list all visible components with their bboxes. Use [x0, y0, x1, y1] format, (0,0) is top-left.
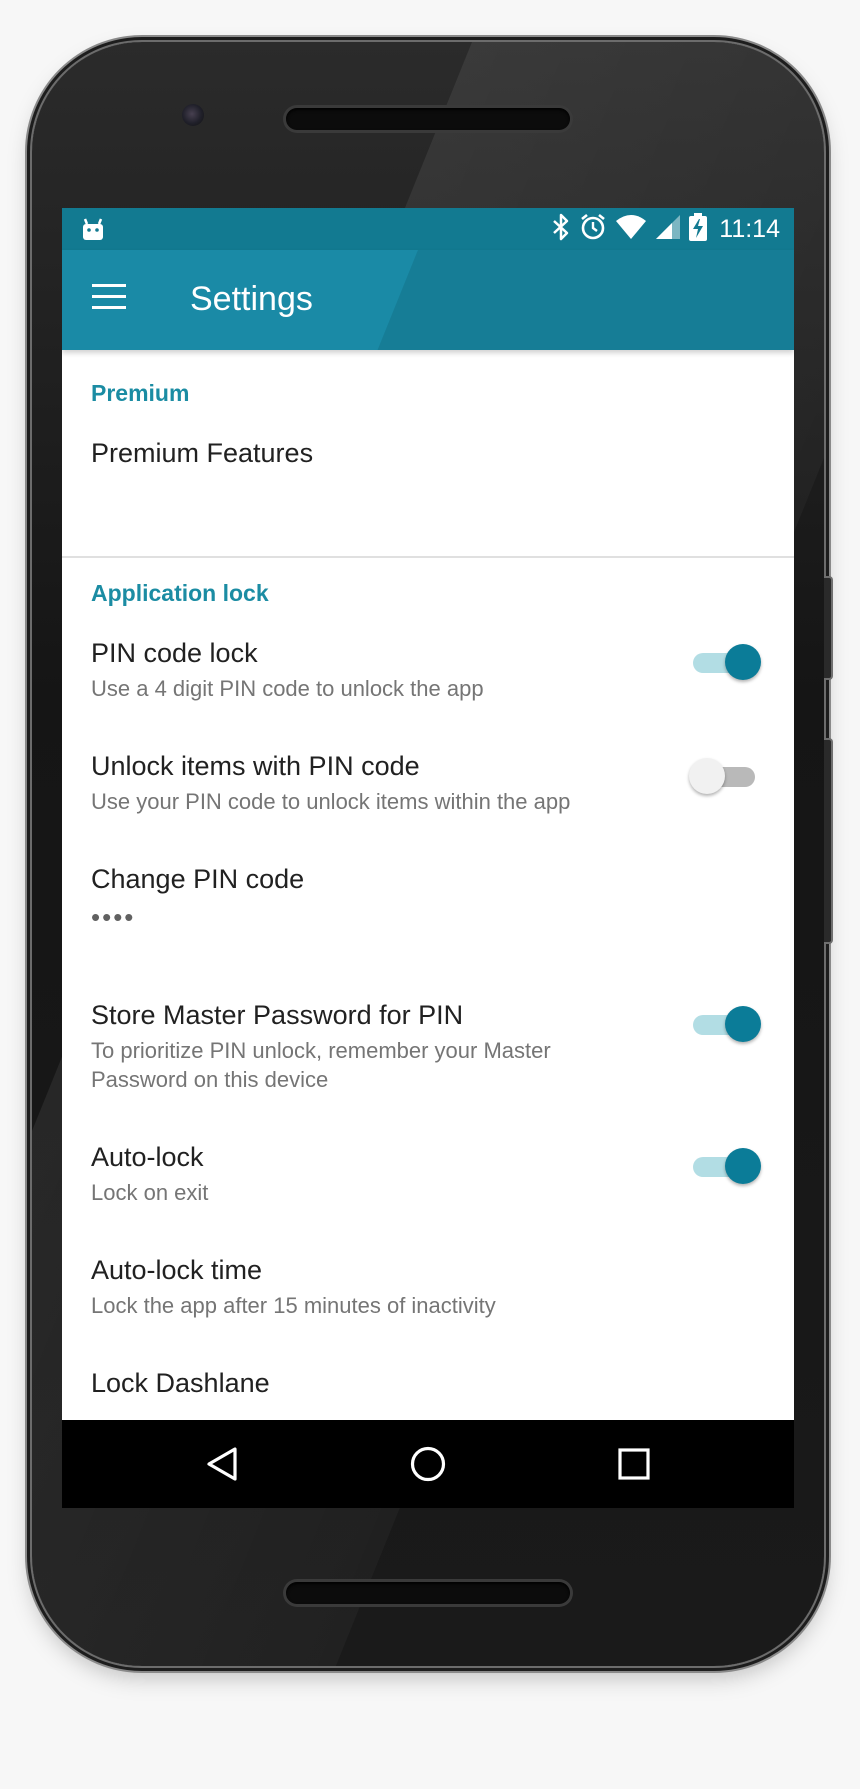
settings-list: Premium Premium Features Application loc… — [62, 350, 794, 1420]
pref-title: Premium Features — [91, 438, 314, 468]
section-divider — [62, 556, 794, 558]
pref-summary: Use a 4 digit PIN code to unlock the app — [91, 676, 484, 701]
status-time: 11:14 — [719, 214, 780, 243]
pref-title: Auto-lock time — [91, 1255, 263, 1285]
pref-summary: To prioritize PIN unlock, remember your … — [91, 1038, 551, 1092]
status-icons: 11:14 — [551, 208, 780, 250]
phone-frame: 11:14 Settings Premium Premium Features … — [32, 42, 824, 1666]
pref-title: Change PIN code — [91, 864, 305, 894]
screen: 11:14 Settings Premium Premium Features … — [62, 208, 794, 1508]
wifi-icon — [615, 214, 647, 245]
volume-button — [824, 738, 833, 944]
recents-icon[interactable] — [614, 1444, 654, 1484]
alarm-icon — [579, 213, 607, 246]
front-camera — [182, 104, 204, 126]
pref-title: Store Master Password for PIN — [91, 1000, 464, 1030]
signal-icon — [655, 214, 681, 245]
menu-icon[interactable] — [92, 284, 126, 312]
navigation-bar — [62, 1420, 794, 1508]
store-master-password-switch[interactable] — [689, 1006, 763, 1042]
pin-mask: •••• — [91, 902, 136, 932]
pref-title: Lock Dashlane — [91, 1368, 270, 1398]
bluetooth-icon — [551, 213, 571, 246]
pref-title: PIN code lock — [91, 638, 258, 668]
status-bar: 11:14 — [62, 208, 794, 250]
pref-summary: Lock the app after 15 minutes of inactiv… — [91, 1293, 496, 1318]
switch-thumb — [725, 1006, 761, 1042]
app-bar-glare — [357, 250, 794, 350]
android-notification-icon — [82, 217, 104, 246]
pref-title: Auto-lock — [91, 1142, 204, 1172]
pref-summary: Lock on exit — [91, 1180, 209, 1205]
pref-summary: Use your PIN code to unlock items within… — [91, 789, 571, 814]
power-button — [824, 576, 833, 680]
home-icon[interactable] — [408, 1444, 448, 1484]
switch-thumb — [725, 644, 761, 680]
unlock-items-with-pin-switch[interactable] — [689, 758, 763, 794]
back-icon[interactable] — [203, 1444, 243, 1484]
switch-thumb — [725, 1148, 761, 1184]
battery-charging-icon — [689, 212, 708, 246]
switch-thumb — [689, 758, 725, 794]
top-speaker — [286, 108, 570, 130]
bottom-speaker — [286, 1582, 570, 1604]
pref-title: Unlock items with PIN code — [91, 751, 420, 781]
auto-lock-switch[interactable] — [689, 1148, 763, 1184]
pin-code-lock-switch[interactable] — [689, 644, 763, 680]
page-title: Settings — [190, 280, 313, 318]
app-bar: Settings — [62, 250, 794, 350]
section-header-application-lock: Application lock — [91, 580, 269, 606]
section-header-premium: Premium — [91, 380, 190, 406]
